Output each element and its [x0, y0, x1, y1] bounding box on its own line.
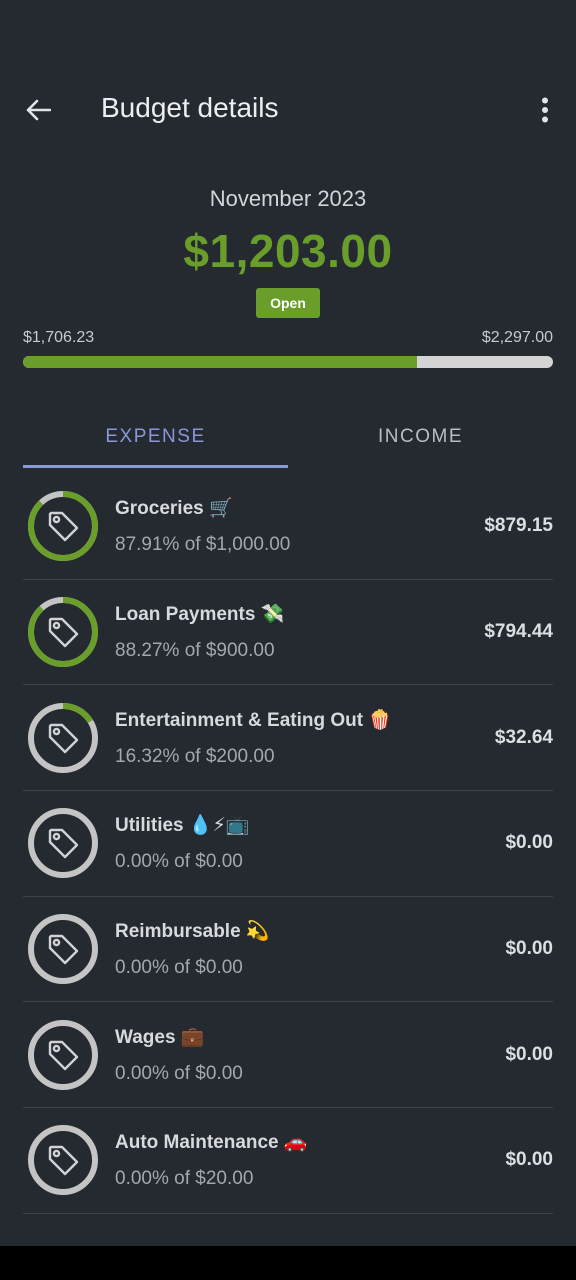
- category-progress-ring: [26, 912, 100, 986]
- category-progress-text: 87.91% of $1,000.00: [115, 534, 291, 556]
- category-progress-ring: [26, 1123, 100, 1197]
- category-amount: $0.00: [505, 1149, 553, 1171]
- category-progress-ring: [26, 701, 100, 775]
- category-progress-text: 16.32% of $200.00: [115, 745, 275, 767]
- more-vert-icon: [542, 97, 548, 123]
- category-row[interactable]: Groceries 🛒 87.91% of $1,000.00 $879.15: [23, 474, 553, 580]
- budget-progress-bar: [23, 356, 553, 368]
- category-name: Entertainment & Eating Out 🍿: [115, 709, 393, 731]
- status-badge: Open: [256, 288, 320, 318]
- category-progress-ring: [26, 1018, 100, 1092]
- category-amount: $0.00: [505, 832, 553, 854]
- category-list: Groceries 🛒 87.91% of $1,000.00 $879.15 …: [23, 474, 553, 1214]
- tab-income[interactable]: INCOME: [288, 406, 553, 468]
- tag-icon: [48, 829, 79, 859]
- category-amount: $0.00: [505, 938, 553, 960]
- budget-progress-fill: [23, 356, 417, 368]
- category-name: Utilities 💧⚡📺: [115, 815, 250, 837]
- tag-icon: [48, 934, 79, 965]
- tag-icon: [48, 1040, 79, 1070]
- tag-icon: [48, 723, 79, 753]
- system-nav-bar: [0, 1246, 576, 1280]
- category-amount: $879.15: [484, 515, 553, 537]
- category-amount: $32.64: [494, 726, 553, 748]
- category-progress-text: 0.00% of $20.00: [115, 1168, 254, 1190]
- back-button[interactable]: [18, 90, 58, 130]
- more-options-button[interactable]: [530, 90, 560, 130]
- category-progress-text: 0.00% of $0.00: [115, 957, 243, 979]
- budget-range: $1,706.23 $2,297.00: [23, 329, 553, 347]
- page-title: Budget details: [101, 92, 279, 123]
- category-name: Reimbursable 💫: [115, 921, 270, 943]
- category-progress-ring: [26, 489, 100, 563]
- category-name: Groceries 🛒: [115, 498, 233, 520]
- category-progress-ring: [26, 595, 100, 669]
- tag-icon: [48, 512, 79, 542]
- tag-icon: [48, 1146, 79, 1176]
- category-name: Loan Payments 💸: [115, 604, 285, 626]
- tab-expense[interactable]: EXPENSE: [23, 406, 288, 468]
- range-min: $1,706.23: [23, 329, 95, 346]
- category-progress-text: 88.27% of $900.00: [115, 640, 275, 662]
- category-progress-text: 0.00% of $0.00: [115, 851, 243, 873]
- app-bar: Budget details: [0, 70, 576, 150]
- category-row[interactable]: Auto Maintenance 🚗 0.00% of $20.00 $0.00: [23, 1108, 553, 1214]
- category-amount: $794.44: [484, 621, 553, 643]
- tab-bar: EXPENSE INCOME: [23, 406, 553, 468]
- tag-icon: [48, 617, 79, 648]
- range-max: $2,297.00: [481, 329, 553, 346]
- budget-summary: November 2023 $1,203.00 Open $1,706.23 $…: [0, 180, 576, 368]
- tab-indicator: [23, 465, 288, 468]
- category-name: Auto Maintenance 🚗: [115, 1132, 308, 1154]
- budget-month: November 2023: [209, 186, 367, 211]
- arrow-left-icon: [26, 99, 51, 121]
- category-row[interactable]: Reimbursable 💫 0.00% of $0.00 $0.00: [23, 897, 553, 1003]
- category-progress-ring: [26, 806, 100, 880]
- category-amount: $0.00: [505, 1043, 553, 1065]
- category-row[interactable]: Entertainment & Eating Out 🍿 16.32% of $…: [23, 685, 553, 792]
- category-row[interactable]: Utilities 💧⚡📺 0.00% of $0.00 $0.00: [23, 791, 553, 897]
- category-progress-text: 0.00% of $0.00: [115, 1062, 243, 1084]
- category-row[interactable]: Wages 💼 0.00% of $0.00 $0.00: [23, 1002, 553, 1109]
- category-name: Wages 💼: [115, 1026, 205, 1048]
- category-row[interactable]: Loan Payments 💸 88.27% of $900.00 $794.4…: [23, 580, 553, 686]
- budget-amount: $1,203.00: [183, 225, 393, 277]
